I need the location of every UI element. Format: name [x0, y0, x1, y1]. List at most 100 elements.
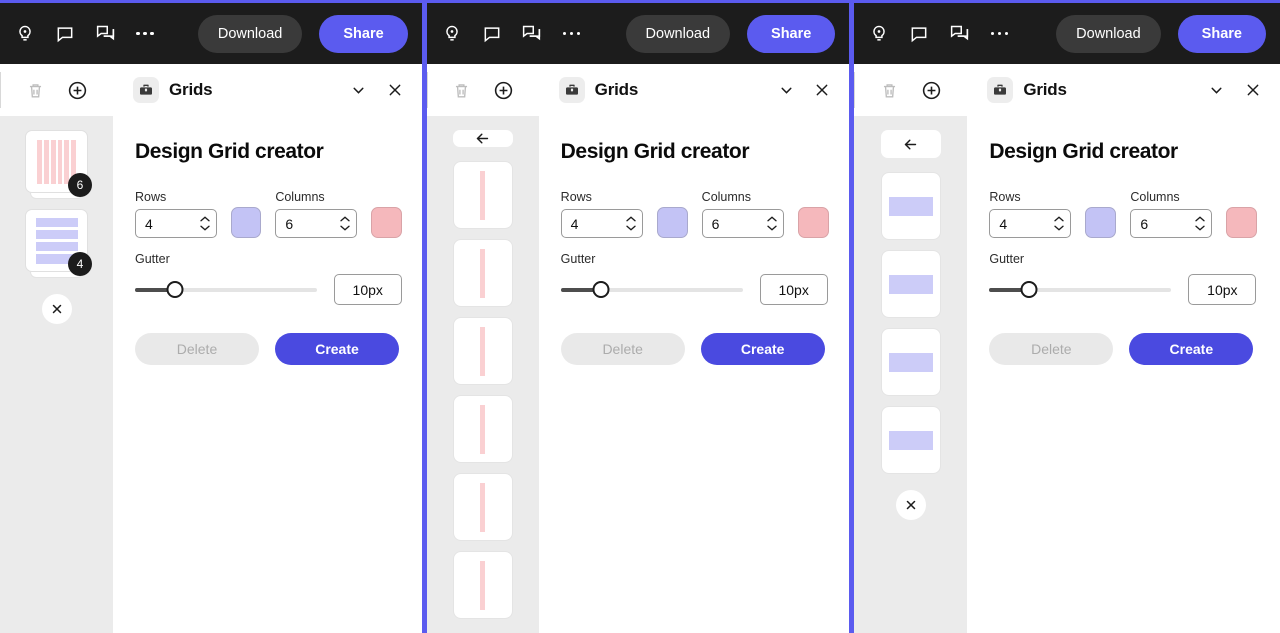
- more-options-icon[interactable]: [555, 17, 589, 51]
- comments-multiple-icon[interactable]: [515, 17, 549, 51]
- create-button[interactable]: Create: [275, 333, 399, 365]
- list-item[interactable]: [880, 172, 941, 240]
- create-button[interactable]: Create: [700, 333, 825, 365]
- download-button[interactable]: Download: [1056, 14, 1161, 53]
- page-title: Design Grid creator: [135, 140, 324, 163]
- columns-spinner[interactable]: [338, 215, 352, 232]
- list-item[interactable]: [452, 161, 513, 229]
- slider-thumb[interactable]: [592, 281, 610, 298]
- close-icon[interactable]: [1240, 77, 1266, 103]
- columns-color-swatch[interactable]: [797, 207, 829, 238]
- columns-stepper[interactable]: 6: [275, 209, 358, 238]
- add-icon[interactable]: [65, 77, 91, 103]
- rows-color-swatch[interactable]: [1085, 207, 1117, 238]
- download-button[interactable]: Download: [197, 14, 303, 53]
- left-rail: 6 4: [0, 64, 113, 633]
- list-item[interactable]: [880, 250, 941, 318]
- list-item[interactable]: [452, 317, 513, 385]
- grid-dimension-fields: Rows 4 Columns 6: [989, 190, 1260, 238]
- columns-stepper[interactable]: 6: [1130, 209, 1213, 238]
- columns-value: 6: [285, 215, 294, 232]
- delete-icon[interactable]: [23, 77, 49, 103]
- lightbulb-icon[interactable]: [8, 17, 42, 51]
- rows-color-swatch[interactable]: [656, 207, 688, 238]
- rows-spinner[interactable]: [624, 215, 638, 232]
- columns-label: Columns: [701, 190, 751, 204]
- delete-button[interactable]: Delete: [560, 333, 685, 365]
- delete-icon[interactable]: [877, 77, 903, 103]
- rows-stepper[interactable]: 4: [560, 209, 643, 238]
- column-bar-preview: [480, 482, 486, 532]
- gutter-controls: 10px: [135, 274, 402, 305]
- grid-thumbnail-columns-badge: 6: [68, 173, 92, 197]
- rows-stepper[interactable]: 4: [135, 209, 217, 238]
- chevron-down-icon[interactable]: [773, 77, 799, 103]
- list-item[interactable]: [880, 406, 941, 474]
- share-button[interactable]: Share: [1177, 14, 1266, 53]
- rows-field-group: Rows 4: [135, 190, 217, 238]
- add-icon[interactable]: [491, 77, 517, 103]
- columns-spinner[interactable]: [1193, 215, 1207, 232]
- delete-icon[interactable]: [449, 77, 475, 103]
- rail-toolbar: [426, 64, 539, 116]
- share-button[interactable]: Share: [747, 14, 836, 53]
- list-item[interactable]: [452, 551, 513, 619]
- comment-icon[interactable]: [48, 17, 82, 51]
- columns-stepper[interactable]: 6: [701, 209, 784, 238]
- back-button[interactable]: [452, 130, 513, 147]
- top-toolbar: Download Share: [0, 0, 422, 64]
- chevron-down-icon[interactable]: [346, 77, 372, 103]
- rows-field-group: Rows 4: [989, 190, 1072, 238]
- rows-field-group: Rows 4: [560, 190, 643, 238]
- gutter-value-input[interactable]: 10px: [759, 274, 828, 305]
- lightbulb-icon[interactable]: [435, 17, 469, 51]
- back-button[interactable]: [880, 130, 941, 158]
- list-item[interactable]: [452, 395, 513, 463]
- gutter-label: Gutter: [135, 252, 170, 266]
- rows-color-swatch[interactable]: [231, 207, 262, 238]
- share-button[interactable]: Share: [319, 14, 408, 53]
- gutter-slider[interactable]: [989, 281, 1172, 299]
- close-icon[interactable]: [382, 77, 408, 103]
- gutter-slider[interactable]: [135, 281, 317, 299]
- delete-button[interactable]: Delete: [989, 333, 1114, 365]
- columns-spinner[interactable]: [765, 215, 779, 232]
- columns-field-group: Columns 6: [701, 190, 784, 238]
- comments-multiple-icon[interactable]: [942, 17, 976, 51]
- columns-value: 6: [711, 215, 720, 232]
- list-item[interactable]: [452, 239, 513, 307]
- close-icon[interactable]: [809, 77, 835, 103]
- comment-icon[interactable]: [902, 17, 936, 51]
- gutter-value-input[interactable]: 10px: [1188, 274, 1257, 305]
- plugin-header: Grids: [539, 64, 850, 116]
- grids-plugin-panel: Grids Design Grid creator Rows 4 Columns…: [967, 64, 1280, 633]
- lightbulb-icon[interactable]: [862, 17, 896, 51]
- chevron-down-icon[interactable]: [1204, 77, 1230, 103]
- gutter-value-input[interactable]: 10px: [333, 274, 402, 305]
- grids-plugin-icon: [558, 77, 585, 103]
- rows-spinner[interactable]: [198, 215, 212, 232]
- close-rail-button[interactable]: [41, 294, 72, 324]
- rows-stepper[interactable]: 4: [989, 209, 1072, 238]
- panel-rows-detail: Download Share Grids Design Grid creator…: [854, 0, 1280, 633]
- more-options-icon[interactable]: [982, 17, 1016, 51]
- gutter-slider[interactable]: [560, 281, 743, 299]
- comment-icon[interactable]: [475, 17, 509, 51]
- comments-multiple-icon[interactable]: [88, 17, 122, 51]
- download-button[interactable]: Download: [625, 14, 731, 53]
- slider-thumb[interactable]: [166, 281, 184, 298]
- close-rail-button[interactable]: [895, 490, 926, 520]
- columns-color-swatch[interactable]: [1226, 207, 1258, 238]
- rail-toolbar: [854, 64, 968, 116]
- list-item[interactable]: [880, 328, 941, 396]
- slider-thumb[interactable]: [1020, 281, 1038, 298]
- create-button[interactable]: Create: [1129, 333, 1254, 365]
- list-item[interactable]: [452, 473, 513, 541]
- columns-value: 6: [1140, 215, 1149, 232]
- add-icon[interactable]: [919, 77, 945, 103]
- rows-spinner[interactable]: [1052, 215, 1066, 232]
- columns-color-swatch[interactable]: [371, 207, 402, 238]
- delete-button[interactable]: Delete: [135, 333, 259, 365]
- action-buttons: Delete Create: [560, 333, 830, 365]
- more-options-icon[interactable]: [128, 17, 162, 51]
